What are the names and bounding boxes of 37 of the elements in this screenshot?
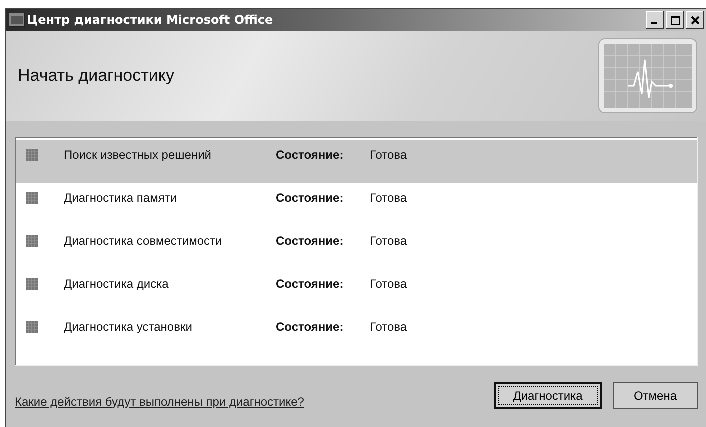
- task-name: Диагностика диска: [64, 277, 170, 291]
- grid-icon: [26, 192, 38, 204]
- grid-icon: [26, 235, 38, 247]
- cancel-button[interactable]: Отмена: [613, 382, 698, 409]
- status-value: Готова: [370, 277, 408, 291]
- heart-monitor-icon: [598, 38, 698, 114]
- task-name: Диагностика совместимости: [64, 234, 224, 248]
- status-value: Готова: [370, 191, 408, 205]
- task-name: Диагностика памяти: [64, 191, 178, 205]
- status-label: Состояние:: [276, 320, 345, 334]
- status-label: Состояние:: [276, 148, 345, 162]
- window-title: Центр диагностики Microsoft Office: [27, 13, 274, 27]
- task-row[interactable]: Поиск известных решений Состояние: Готова: [16, 140, 697, 183]
- task-name: Поиск известных решений: [64, 148, 212, 162]
- minimize-button[interactable]: [646, 11, 664, 29]
- close-icon: [690, 16, 700, 24]
- maximize-button[interactable]: [666, 11, 684, 29]
- diagnose-button[interactable]: Диагностика: [494, 382, 602, 409]
- task-row[interactable]: Диагностика совместимости Состояние: Готова: [16, 226, 697, 269]
- task-name: Диагностика установки: [64, 320, 194, 334]
- task-row[interactable]: Диагностика установки Состояние: Готова: [16, 312, 697, 355]
- status-label: Состояние:: [276, 277, 345, 291]
- status-value: Готова: [370, 148, 408, 162]
- status-label: Состояние:: [276, 191, 345, 205]
- grid-icon: [26, 278, 38, 290]
- task-row[interactable]: Диагностика диска Состояние: Готова: [16, 269, 697, 312]
- help-link[interactable]: Какие действия будут выполнены при диагностике?: [15, 394, 304, 408]
- app-icon: [9, 13, 25, 27]
- status-value: Готова: [370, 234, 408, 248]
- status-value: Готова: [370, 320, 408, 334]
- header-title: Начать диагностику: [18, 66, 174, 86]
- maximize-icon: [670, 16, 680, 24]
- task-row[interactable]: Диагностика памяти Состояние: Готова: [16, 183, 697, 226]
- grid-icon: [26, 149, 38, 161]
- status-label: Состояние:: [276, 234, 345, 248]
- close-button[interactable]: [686, 11, 704, 29]
- grid-icon: [26, 321, 38, 333]
